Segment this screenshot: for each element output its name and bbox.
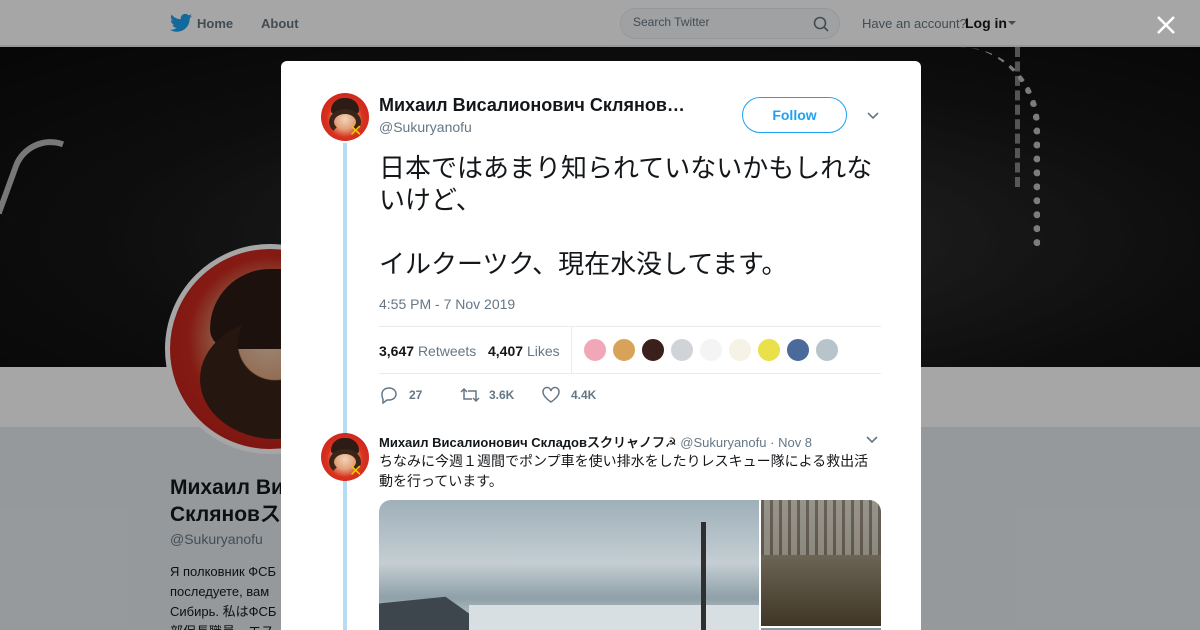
photo-utility-pole <box>701 522 706 630</box>
liker-avatar[interactable] <box>757 338 781 362</box>
retweets-count: 3,647 <box>379 343 415 359</box>
reply-text: ちなみに今週１週間でポンプ車を使い排水をしたりレスキュー隊による救出活動を行って… <box>379 453 869 489</box>
photo-trees <box>761 500 881 555</box>
stats-divider <box>571 327 572 373</box>
photo-flood-water <box>469 605 759 630</box>
retweet-icon <box>460 387 480 403</box>
tweet-stats: 3,647 Retweets 4,407 Likes <box>379 326 881 374</box>
retweets-stat[interactable]: 3,647 Retweets <box>379 343 476 359</box>
reply-date[interactable]: Nov 8 <box>778 435 812 450</box>
liker-avatar[interactable] <box>728 338 752 362</box>
reply-separator: · <box>770 435 775 450</box>
liker-avatar[interactable] <box>815 338 839 362</box>
reply-icon <box>381 387 397 404</box>
liker-avatar[interactable] <box>670 338 694 362</box>
reply-media <box>379 500 881 630</box>
retweet-count: 3.6K <box>489 388 515 402</box>
hammer-sickle-icon: ✕ <box>349 123 363 140</box>
tweet-actions: 27 3.6K 4.4K <box>379 385 679 405</box>
reply-header: Михаил Висалионович Складовスクリャノフ☭ @Suku… <box>379 432 812 451</box>
heart-icon <box>542 386 560 403</box>
media-photo-side[interactable] <box>761 500 881 626</box>
like-count: 4.4K <box>571 388 597 402</box>
reply-author-avatar[interactable]: ✕ <box>321 433 369 481</box>
thread-line <box>343 143 347 630</box>
author-avatar[interactable]: ✕ <box>321 93 369 141</box>
author-name[interactable]: Михаил Висалионович Склянов… <box>379 95 685 116</box>
author-handle[interactable]: @Sukuryanofu <box>379 119 472 135</box>
liker-avatar[interactable] <box>612 338 636 362</box>
follow-button[interactable]: Follow <box>742 97 847 133</box>
chevron-down-icon[interactable] <box>866 434 878 446</box>
reply-count: 27 <box>409 388 423 402</box>
retweets-label: Retweets <box>417 343 477 359</box>
reply-author-handle[interactable]: @Sukuryanofu <box>680 435 766 450</box>
tweet-text: 日本ではあまり知られていないかもしれないけど、 イルクーツク、現在水没してます。 <box>379 154 873 280</box>
photo-roof <box>379 596 474 630</box>
hammer-sickle-icon: ✕ <box>349 463 363 480</box>
close-icon[interactable] <box>1154 13 1178 37</box>
liker-avatar[interactable] <box>699 338 723 362</box>
tweet-timestamp[interactable]: 4:55 PM - 7 Nov 2019 <box>379 296 515 312</box>
tweet-modal: ✕ Михаил Висалионович Склянов… @Sukuryan… <box>281 61 921 630</box>
liker-avatar[interactable] <box>641 338 665 362</box>
likes-count: 4,407 <box>488 343 524 359</box>
likes-label: Likes <box>526 343 560 359</box>
liker-avatar[interactable] <box>583 338 607 362</box>
media-photo-main[interactable] <box>379 500 759 630</box>
liker-avatar[interactable] <box>786 338 810 362</box>
likes-stat[interactable]: 4,407 Likes <box>488 343 560 359</box>
chevron-down-icon[interactable] <box>866 109 880 123</box>
reply-author-name[interactable]: Михаил Висалионович Складовスクリャノフ☭ <box>379 435 677 450</box>
